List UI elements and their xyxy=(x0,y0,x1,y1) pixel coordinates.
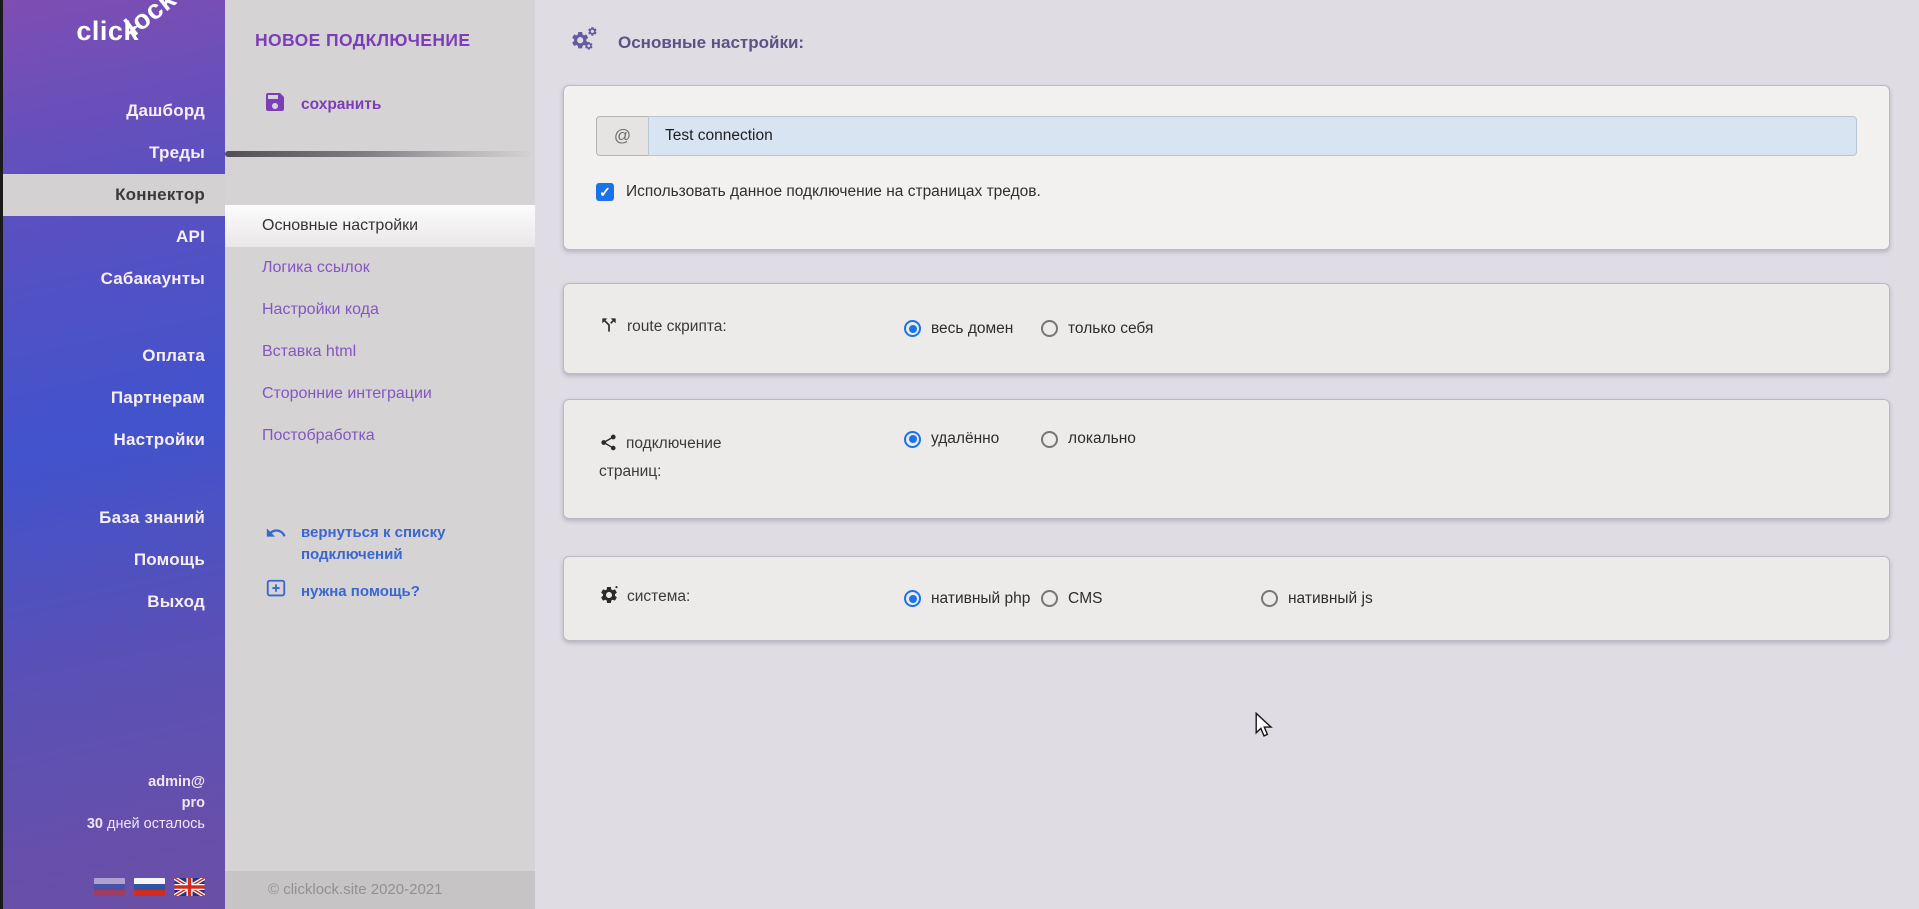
russian-flag-inactive-icon[interactable] xyxy=(94,878,125,896)
sidebar-item-8[interactable]: База знаний xyxy=(3,497,225,539)
route-script-options: весь домен только себя xyxy=(904,284,1178,373)
radio-unselected-icon[interactable] xyxy=(1261,590,1278,607)
account-days-left: 30 дней осталось xyxy=(87,814,205,835)
settings-nav-item-1[interactable]: Логика ссылок xyxy=(225,247,535,289)
save-icon xyxy=(263,90,287,119)
radio-option-label: нативный js xyxy=(1288,590,1373,608)
checkbox-checked-icon[interactable]: ✓ xyxy=(596,183,614,201)
undo-icon xyxy=(265,522,287,566)
back-to-connections-link[interactable]: вернуться к списку подключений xyxy=(265,522,471,566)
settings-nav-item-4[interactable]: Сторонние интеграции xyxy=(225,373,535,415)
settings-nav-item-3[interactable]: Вставка html xyxy=(225,331,535,373)
radio-option-label: только себя xyxy=(1068,320,1153,338)
radio-option-label: локально xyxy=(1068,430,1136,448)
radio-option-label: весь домен xyxy=(931,320,1013,338)
radio-unselected-icon[interactable] xyxy=(1041,590,1058,607)
radio-option-label: удалённо xyxy=(931,430,999,448)
account-email: admin@ xyxy=(87,772,205,793)
connection-name-input[interactable] xyxy=(648,116,1857,156)
account-info: admin@ pro 30 дней осталось xyxy=(87,772,205,835)
radio-option-1-0[interactable]: удалённо xyxy=(904,430,1041,448)
connection-name-group: @ xyxy=(596,116,1857,156)
radio-option-label: CMS xyxy=(1068,590,1102,608)
sidebar-item-2[interactable]: Коннектор xyxy=(3,174,225,216)
sidebar-nav: ДашбордТредыКоннекторAPIСабакаунты Оплата… xyxy=(3,90,225,623)
sidebar-item-10[interactable]: Выход xyxy=(3,581,225,623)
save-button-label: сохранить xyxy=(301,96,381,114)
radio-option-0-0[interactable]: весь домен xyxy=(904,320,1041,338)
sidebar-item-1[interactable]: Треды xyxy=(3,132,225,174)
mouse-cursor xyxy=(1254,712,1274,743)
sidebar-item-7[interactable]: Настройки xyxy=(3,419,225,461)
sidebar: clicklock ДашбордТредыКоннекторAPIСабака… xyxy=(0,0,225,909)
sidebar-item-5[interactable]: Оплата xyxy=(3,335,225,377)
back-link-label: вернуться к списку подключений xyxy=(301,522,471,566)
main-content: Основные настройки: @ ✓ Использовать дан… xyxy=(535,0,1919,909)
connection-panel: НОВОЕ ПОДКЛЮЧЕНИЕ сохранить Основные нас… xyxy=(225,0,535,909)
system-card: система: нативный php CMS нативный js xyxy=(563,556,1890,641)
checkbox-label: Использовать данное подключение на стран… xyxy=(626,183,1041,201)
page-title-text: Основные настройки: xyxy=(618,33,804,53)
help-link-label: нужна помощь? xyxy=(301,581,471,603)
connection-name-card: @ ✓ Использовать данное подключение на с… xyxy=(563,85,1890,250)
radio-option-0-1[interactable]: только себя xyxy=(1041,320,1178,338)
radio-unselected-icon[interactable] xyxy=(1041,431,1058,448)
copyright-text: © clicklock.site 2020-2021 xyxy=(268,881,442,898)
settings-nav: Основные настройкиЛогика ссылокНастройки… xyxy=(225,205,535,457)
radio-option-label: нативный php xyxy=(931,590,1030,608)
english-flag-icon[interactable] xyxy=(174,878,205,896)
language-switcher xyxy=(94,878,205,896)
add-comment-icon xyxy=(265,578,287,605)
system-options: нативный php CMS нативный js xyxy=(904,557,1398,640)
save-button[interactable]: сохранить xyxy=(263,90,381,119)
page-title: Основные настройки: xyxy=(570,26,804,59)
settings-nav-item-0[interactable]: Основные настройки xyxy=(225,205,535,247)
gears-icon xyxy=(570,26,600,59)
account-plan: pro xyxy=(87,793,205,814)
radio-option-2-1[interactable]: CMS xyxy=(1041,590,1261,608)
panel-title: НОВОЕ ПОДКЛЮЧЕНИЕ xyxy=(255,30,470,51)
sidebar-item-9[interactable]: Помощь xyxy=(3,539,225,581)
panel-divider xyxy=(225,151,535,157)
at-sign-addon: @ xyxy=(596,116,648,156)
group-label: система: xyxy=(627,588,690,605)
sidebar-item-6[interactable]: Партнерам xyxy=(3,377,225,419)
sidebar-item-3[interactable]: API xyxy=(3,216,225,258)
radio-selected-icon[interactable] xyxy=(904,590,921,607)
group-label: route скрипта: xyxy=(627,318,727,335)
sidebar-item-0[interactable]: Дашборд xyxy=(3,90,225,132)
radio-unselected-icon[interactable] xyxy=(1041,320,1058,337)
gear-suggest-icon xyxy=(599,585,619,613)
use-on-threads-checkbox-row[interactable]: ✓ Использовать данное подключение на стр… xyxy=(596,183,1857,201)
radio-selected-icon[interactable] xyxy=(904,431,921,448)
route-script-card: route скрипта: весь домен только себя xyxy=(563,283,1890,374)
russian-flag-icon[interactable] xyxy=(134,878,165,896)
settings-nav-item-2[interactable]: Настройки кода xyxy=(225,289,535,331)
settings-nav-item-5[interactable]: Постобработка xyxy=(225,415,535,457)
page-connection-options: удалённо локально xyxy=(904,400,1178,518)
need-help-link[interactable]: нужна помощь? xyxy=(265,578,471,605)
radio-option-2-0[interactable]: нативный php xyxy=(904,590,1041,608)
page-connection-card: подключение страниц: удалённолокально xyxy=(563,399,1890,519)
radio-option-2-2[interactable]: нативный js xyxy=(1261,590,1398,608)
sidebar-item-4[interactable]: Сабакаунты xyxy=(3,258,225,300)
share-icon xyxy=(599,433,618,460)
route-split-icon xyxy=(599,315,619,343)
radio-selected-icon[interactable] xyxy=(904,320,921,337)
app-logo: clicklock xyxy=(76,16,195,47)
radio-option-1-1[interactable]: локально xyxy=(1041,430,1178,448)
